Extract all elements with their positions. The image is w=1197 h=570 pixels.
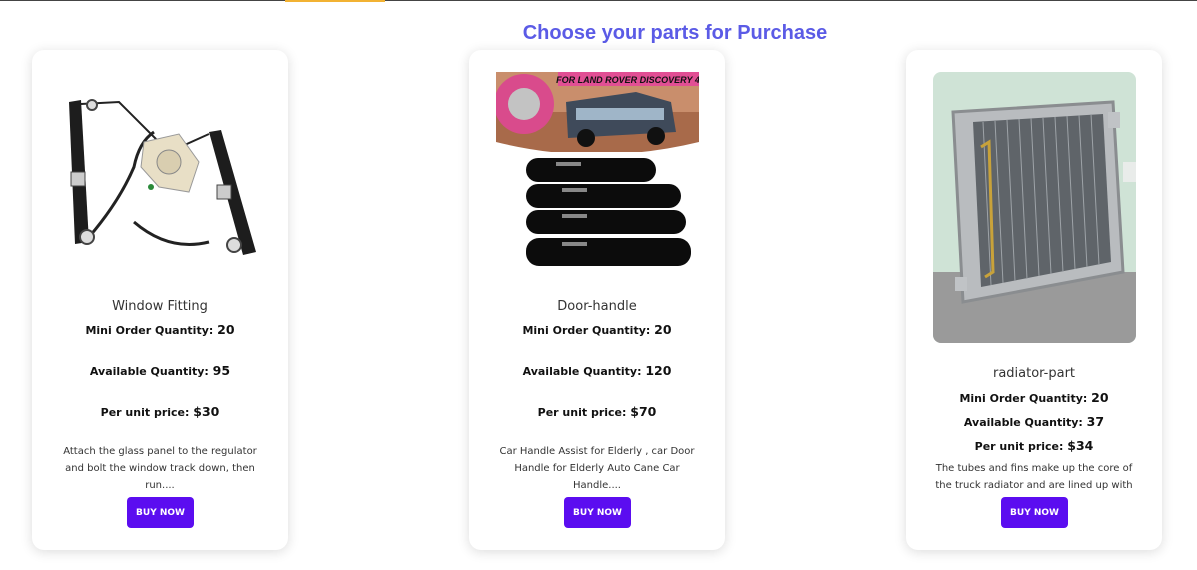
unit-price: Per unit price: $70 (469, 404, 725, 419)
buy-now-button[interactable]: BUY NOW (564, 497, 631, 528)
page-title: Choose your parts for Purchase (522, 22, 828, 44)
product-name: Door-handle (557, 299, 637, 314)
price-value: $34 (1067, 438, 1094, 453)
min-order-label: Mini Order Quantity: (522, 324, 651, 337)
product-description: Car Handle Assist for Elderly , car Door… (499, 446, 695, 491)
product-name: radiator-part (992, 366, 1076, 381)
buy-now-button[interactable]: BUY NOW (1001, 497, 1068, 528)
top-accent (285, 0, 385, 2)
available-value: 120 (645, 363, 672, 378)
available-value: 37 (1086, 414, 1105, 429)
product-card-radiator-part: radiator-part Mini Order Quantity: 20 Av… (906, 50, 1162, 550)
available-label: Available Quantity: (963, 416, 1083, 429)
min-order-quantity: Mini Order Quantity: 20 (32, 322, 288, 337)
min-order-label: Mini Order Quantity: (85, 324, 214, 337)
product-name: Window Fitting (112, 299, 208, 314)
min-order-quantity: Mini Order Quantity: 20 (469, 322, 725, 337)
available-label: Available Quantity: (522, 365, 642, 378)
min-order-value: 20 (654, 322, 672, 337)
min-order-label: Mini Order Quantity: (959, 392, 1088, 405)
min-order-value: 20 (217, 322, 235, 337)
buy-now-button[interactable]: BUY NOW (127, 497, 194, 528)
available-quantity: Available Quantity: 95 (32, 363, 288, 378)
min-order-quantity: Mini Order Quantity: 20 (906, 390, 1162, 405)
door-handle-image[interactable]: FOR LAND ROVER DISCOVERY 4 (496, 72, 699, 272)
available-value: 95 (212, 363, 231, 378)
available-quantity: Available Quantity: 120 (469, 363, 725, 378)
price-label: Per unit price: (974, 440, 1064, 453)
unit-price: Per unit price: $30 (32, 404, 288, 419)
product-card-door-handle: FOR LAND ROVER DISCOVERY 4 Door-handle M… (469, 50, 725, 550)
window-regulator-image[interactable] (59, 72, 262, 272)
price-value: $70 (630, 404, 657, 419)
available-label: Available Quantity: (89, 365, 209, 378)
price-label: Per unit price: (537, 406, 627, 419)
unit-price: Per unit price: $34 (906, 438, 1162, 453)
price-label: Per unit price: (100, 406, 190, 419)
radiator-image[interactable] (933, 72, 1136, 343)
min-order-value: 20 (1091, 390, 1109, 405)
product-card-window-fitting: Window Fitting Mini Order Quantity: 20 A… (32, 50, 288, 550)
price-value: $30 (193, 404, 220, 419)
top-border (0, 0, 1197, 1)
product-description: Attach the glass panel to the regulator … (63, 446, 257, 491)
image-banner-text: FOR LAND ROVER DISCOVERY 4 (556, 75, 699, 85)
available-quantity: Available Quantity: 37 (906, 414, 1162, 429)
